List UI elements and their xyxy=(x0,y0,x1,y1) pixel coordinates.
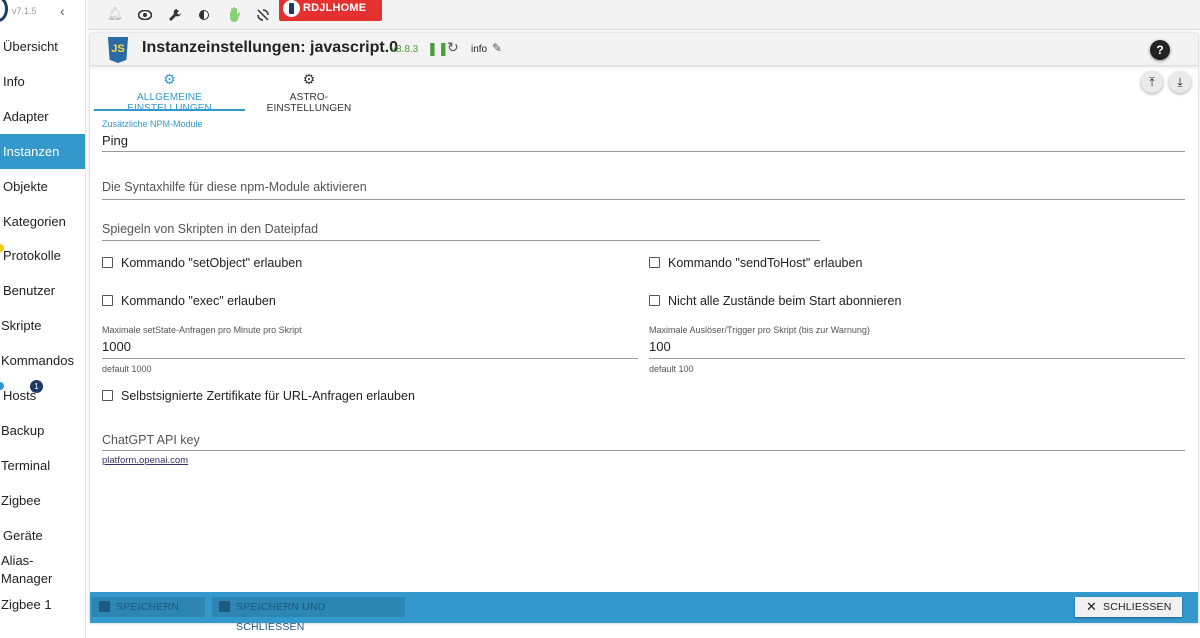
selfsigned-checkbox[interactable] xyxy=(102,390,113,401)
instance-settings-dialog: JS Instanzeinstellungen: javascript.0 v8… xyxy=(90,33,1198,633)
app-version: v7.1.5 xyxy=(12,6,37,16)
sidebar-item-zigbee-1[interactable]: Zigbee 1 xyxy=(0,587,85,622)
upload-settings-icon[interactable]: ⤒ xyxy=(1141,71,1163,93)
save-button-label: SPEICHERN xyxy=(116,601,180,613)
iobroker-host-logo-icon xyxy=(283,0,300,17)
npm-modules-label: Zusätzliche NPM-Module xyxy=(102,119,203,129)
wrench-icon[interactable] xyxy=(164,3,186,25)
chatgpt-api-key-input[interactable]: ChatGPT API key xyxy=(102,431,1185,451)
host-button-label: RDJLHOME xyxy=(303,2,367,14)
no-subscribe-checkbox[interactable] xyxy=(649,295,660,306)
selfsigned-checkbox-row[interactable]: Selbstsignierte Zertifikate für URL-Anfr… xyxy=(102,389,415,403)
collapse-chevron-icon[interactable]: ‹ xyxy=(60,3,65,19)
mirror-path-input[interactable]: Spiegeln von Skripten in den Dateipfad xyxy=(102,220,820,241)
adapter-version: v8.8.3 xyxy=(391,44,419,55)
save-icon xyxy=(219,601,230,612)
save-and-close-label: SPEICHERN UND SCHLIESSEN xyxy=(236,601,326,633)
sidebar: v7.1.5 ‹ Übersicht Info Adapter Instanze… xyxy=(0,0,86,638)
save-button[interactable]: SPEICHERN xyxy=(92,597,205,617)
download-settings-icon[interactable]: ⤓ xyxy=(1169,71,1191,93)
edit-pencil-icon[interactable]: ✎ xyxy=(492,41,502,55)
dialog-footer: SPEICHERN SPEICHERN UND SCHLIESSEN ✕ SCH… xyxy=(90,592,1198,633)
save-icon xyxy=(99,601,110,612)
sidebar-item-skripte[interactable]: Skripte xyxy=(0,308,85,343)
max-trigger-input[interactable]: 100 xyxy=(649,335,1185,359)
pause-icon[interactable]: ❚❚ xyxy=(427,41,449,57)
syntax-help-select[interactable]: Die Syntaxhilfe für diese npm-Module akt… xyxy=(102,177,1185,200)
exec-checkbox[interactable] xyxy=(102,295,113,306)
expert-mode-hand-icon[interactable] xyxy=(223,3,245,25)
sidebar-item-terminal[interactable]: Terminal xyxy=(0,448,85,483)
sendtohost-label: Kommando "sendToHost" erlauben xyxy=(668,256,863,270)
iobroker-logo xyxy=(0,0,8,22)
log-level: info xyxy=(471,44,488,55)
javascript-logo-icon: JS xyxy=(107,37,129,63)
npm-modules-input[interactable]: Ping xyxy=(102,129,1185,152)
max-setstate-label: Maximale setState-Anfragen pro Minute pr… xyxy=(102,325,302,335)
selfsigned-label: Selbstsignierte Zertifikate für URL-Anfr… xyxy=(121,389,415,403)
reload-icon[interactable]: ↻ xyxy=(447,39,459,56)
sync-disabled-icon[interactable] xyxy=(252,3,274,25)
exec-label: Kommando "exec" erlauben xyxy=(121,294,276,308)
setobject-label: Kommando "setObject" erlauben xyxy=(121,256,303,270)
sidebar-item-protokolle[interactable]: Protokolle xyxy=(0,238,85,273)
theme-brightness-icon[interactable] xyxy=(193,3,215,25)
host-button[interactable]: RDJLHOME xyxy=(279,0,382,21)
max-setstate-field[interactable]: Maximale setState-Anfragen pro Minute pr… xyxy=(102,325,638,374)
sidebar-item-instanzen[interactable]: Instanzen xyxy=(0,134,85,169)
sidebar-item-geraete[interactable]: Geräte xyxy=(0,518,85,553)
openai-platform-link[interactable]: platform.openai.com xyxy=(102,455,188,466)
sidebar-item-uebersicht[interactable]: Übersicht xyxy=(0,29,85,64)
tab-astro-einstellungen[interactable]: ⚙ ASTRO-EINSTELLUNGEN xyxy=(250,71,368,114)
max-setstate-helper: default 1000 xyxy=(102,364,152,374)
sendtohost-checkbox[interactable] xyxy=(649,257,660,268)
sidebar-item-objekte[interactable]: Objekte xyxy=(0,169,85,204)
max-trigger-helper: default 100 xyxy=(649,364,694,374)
hosts-badge: 1 xyxy=(30,380,43,393)
help-icon[interactable]: ? xyxy=(1150,40,1170,60)
close-button-label: SCHLIESSEN xyxy=(1103,601,1172,613)
gear-icon: ⚙ xyxy=(163,71,176,87)
sidebar-item-backup[interactable]: Backup xyxy=(0,413,85,448)
max-trigger-field[interactable]: Maximale Auslöser/Trigger pro Skript (bi… xyxy=(649,325,1185,374)
tab-label: ALLGEMEINE EINSTELLUNGEN xyxy=(127,92,212,114)
sidebar-item-kategorien[interactable]: Kategorien xyxy=(0,204,85,239)
sidebar-item-benutzer[interactable]: Benutzer xyxy=(0,273,85,308)
max-trigger-label: Maximale Auslöser/Trigger pro Skript (bi… xyxy=(649,325,870,335)
no-subscribe-checkbox-row[interactable]: Nicht alle Zustände beim Start abonniere… xyxy=(649,294,901,308)
npm-modules-field[interactable]: Zusätzliche NPM-Module Ping xyxy=(102,119,1185,152)
bell-icon[interactable]: 🔔︎ xyxy=(104,3,126,25)
max-setstate-input[interactable]: 1000 xyxy=(102,335,638,359)
close-button[interactable]: ✕ SCHLIESSEN xyxy=(1075,597,1182,617)
tab-label: ASTRO-EINSTELLUNGEN xyxy=(266,92,352,114)
setobject-checkbox[interactable] xyxy=(102,257,113,268)
eye-icon[interactable] xyxy=(134,3,156,25)
sidebar-item-info[interactable]: Info xyxy=(0,64,85,99)
gear-outline-icon: ⚙ xyxy=(302,71,316,87)
sidebar-header: v7.1.5 ‹ xyxy=(0,0,86,30)
tab-allgemeine-einstellungen[interactable]: ⚙ ALLGEMEINE EINSTELLUNGEN xyxy=(94,71,245,114)
exec-checkbox-row[interactable]: Kommando "exec" erlauben xyxy=(102,294,276,308)
setobject-checkbox-row[interactable]: Kommando "setObject" erlauben xyxy=(102,256,302,270)
sidebar-item-adapter[interactable]: Adapter xyxy=(0,99,85,134)
close-icon: ✕ xyxy=(1086,599,1098,614)
dialog-header: JS Instanzeinstellungen: javascript.0 v8… xyxy=(90,33,1198,66)
sidebar-item-kommandos[interactable]: Kommandos xyxy=(0,343,85,378)
sidebar-item-alias-manager[interactable]: Alias-Manager xyxy=(0,552,60,587)
no-subscribe-label: Nicht alle Zustände beim Start abonniere… xyxy=(668,294,902,308)
save-and-close-button[interactable]: SPEICHERN UND SCHLIESSEN xyxy=(212,597,405,633)
sidebar-item-zigbee[interactable]: Zigbee xyxy=(0,483,85,518)
sendtohost-checkbox-row[interactable]: Kommando "sendToHost" erlauben xyxy=(649,256,862,270)
page-title: Instanzeinstellungen: javascript.0 xyxy=(142,39,399,56)
top-toolbar: 🔔︎ RDJLHOME xyxy=(87,0,1200,30)
